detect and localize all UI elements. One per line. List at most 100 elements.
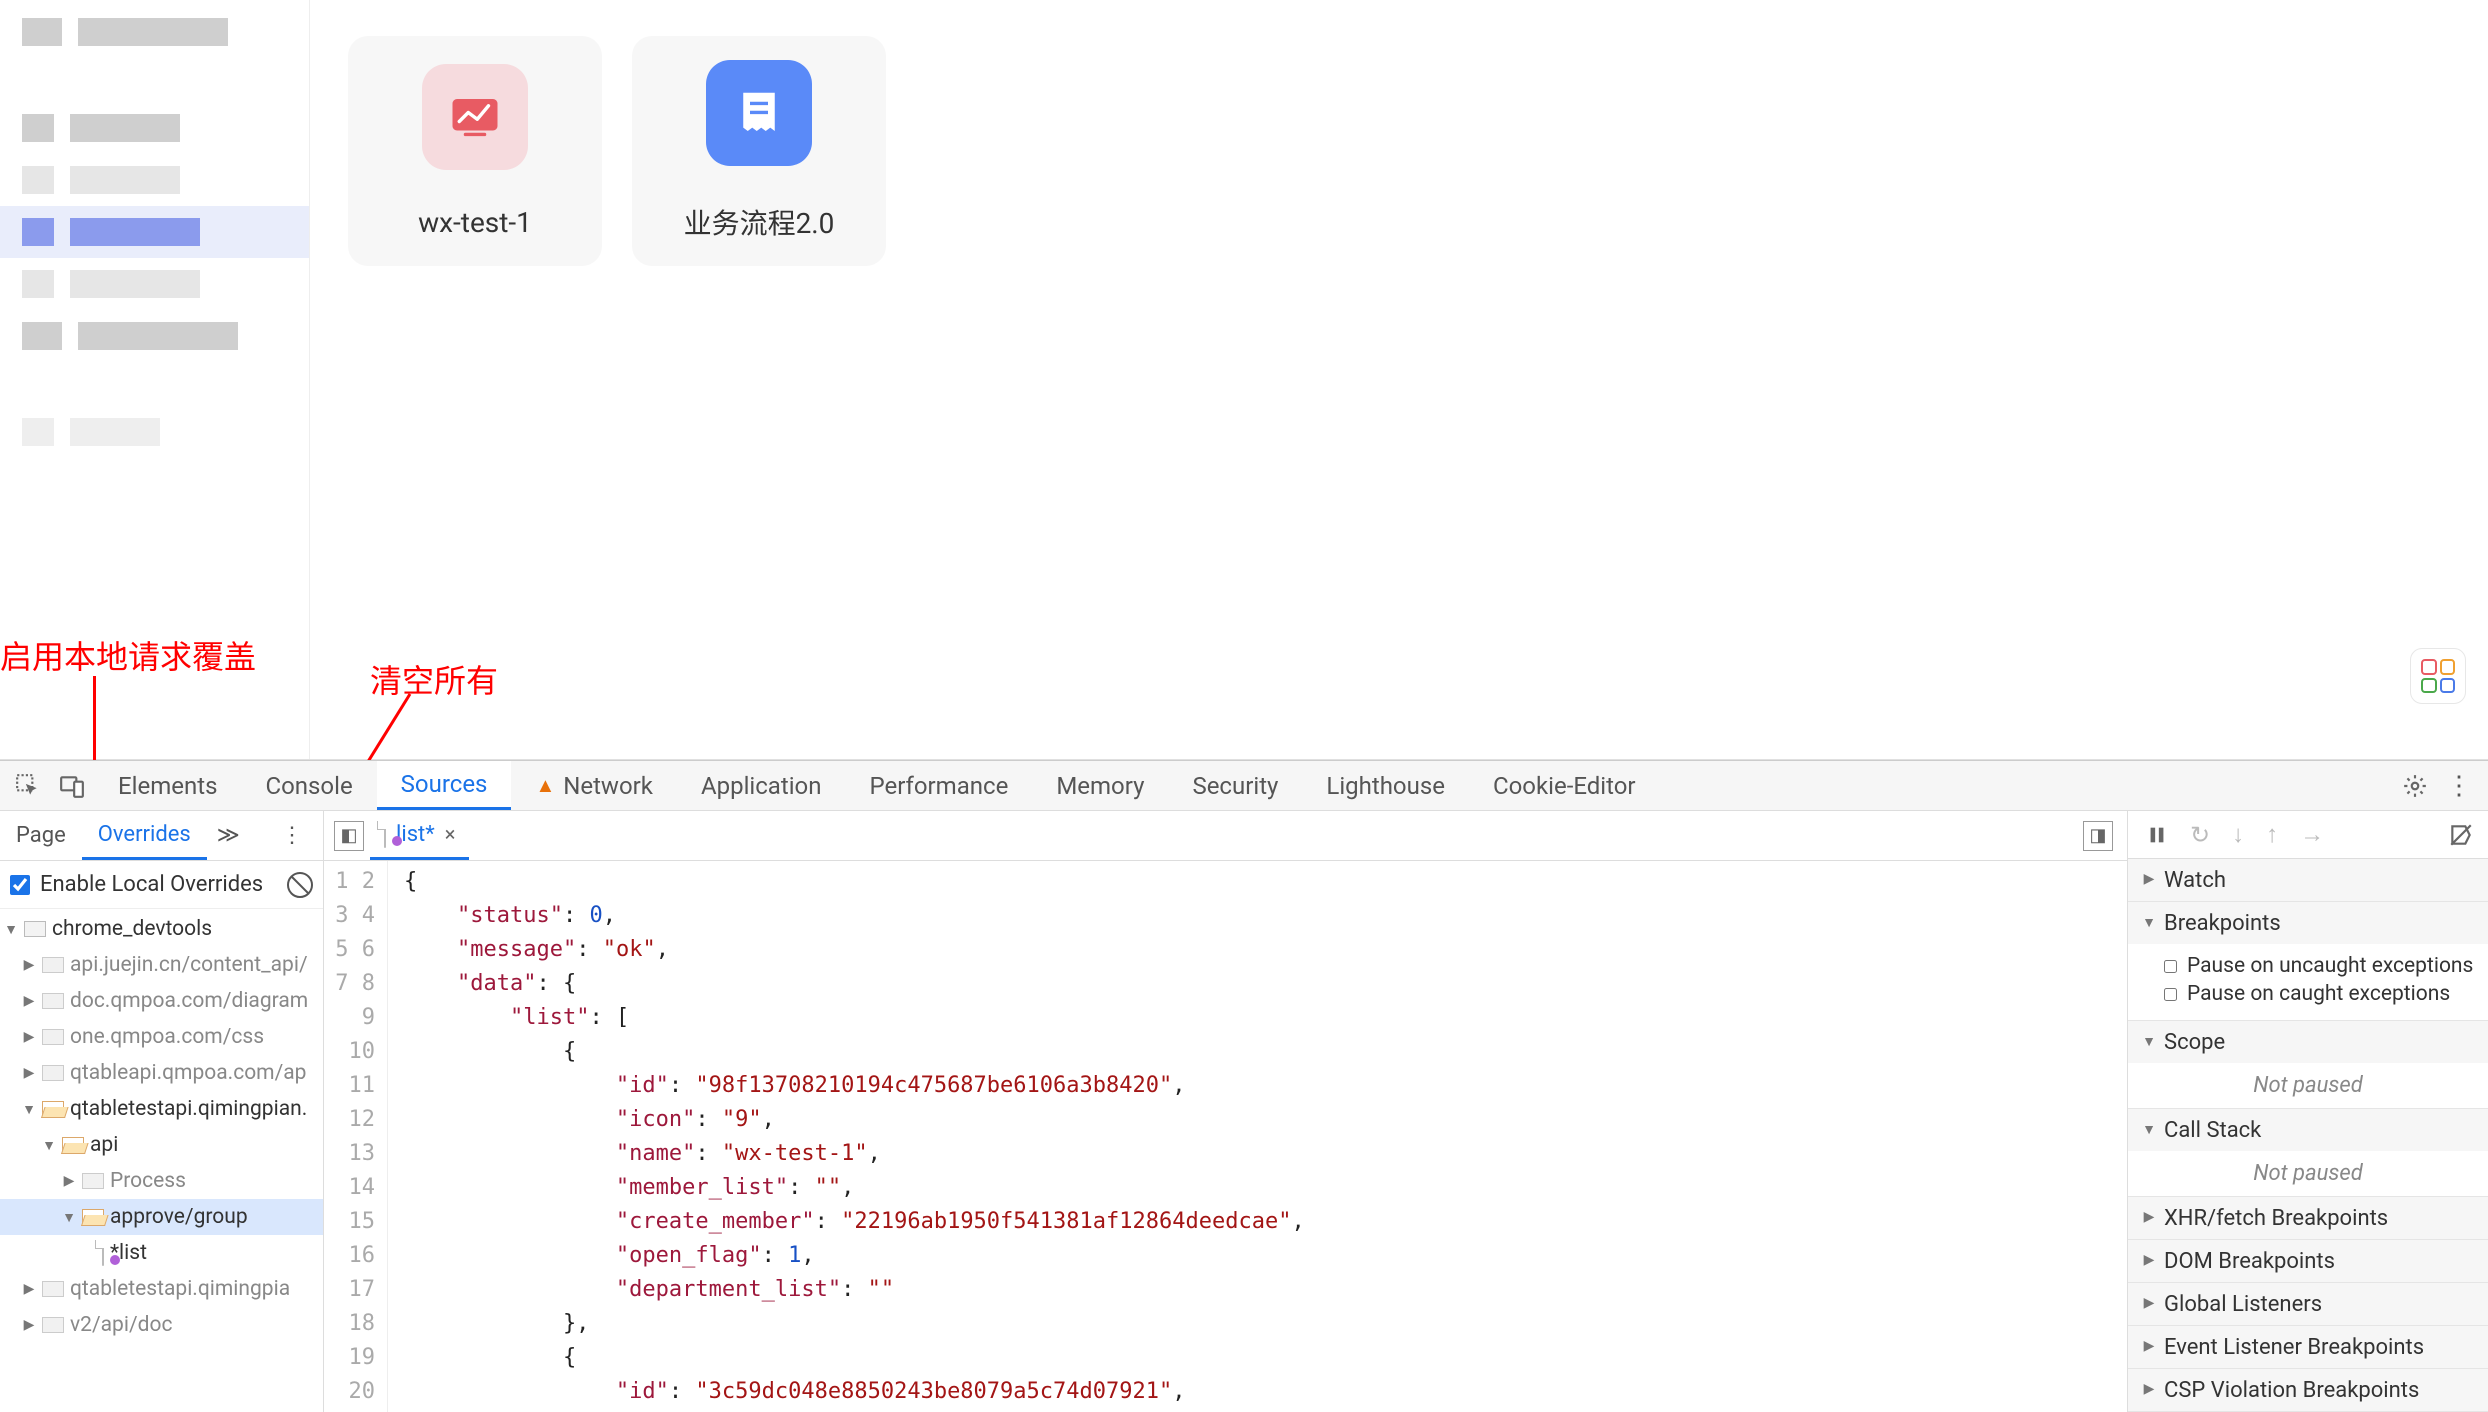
more-subtabs-icon[interactable]: ≫	[207, 823, 250, 848]
chart-icon	[422, 64, 528, 170]
kebab-icon[interactable]: ⋮	[261, 823, 323, 848]
section-event[interactable]: ▶Event Listener Breakpoints	[2128, 1326, 2488, 1368]
device-toolbar-icon[interactable]	[50, 761, 94, 810]
tree-label: api.juejin.cn/content_api/	[70, 953, 308, 977]
clear-all-icon[interactable]	[287, 872, 313, 898]
code-content[interactable]: { "status": 0, "message": "ok", "data": …	[388, 861, 1305, 1412]
debugger-panel: ↻ ↓ ↑ → ▶Watch ▼Breakpoints Pause on unc…	[2128, 811, 2488, 1412]
tab-network[interactable]: ▲Network	[511, 761, 677, 810]
tree-label: chrome_devtools	[52, 917, 212, 941]
step-icon[interactable]: →	[2300, 820, 2324, 849]
code-editor[interactable]: 1 2 3 4 5 6 7 8 9 10 11 12 13 14 15 16 1…	[324, 861, 2127, 1412]
tree-item-process[interactable]: ▶Process	[0, 1163, 323, 1199]
pause-uncaught-checkbox[interactable]	[2164, 960, 2177, 973]
section-label: DOM Breakpoints	[2164, 1249, 2335, 1274]
tree-item[interactable]: ▶one.qmpoa.com/css	[0, 1019, 323, 1055]
section-watch[interactable]: ▶Watch	[2128, 859, 2488, 901]
tab-lighthouse[interactable]: Lighthouse	[1302, 761, 1469, 810]
section-label: Event Listener Breakpoints	[2164, 1335, 2424, 1360]
line-gutter: 1 2 3 4 5 6 7 8 9 10 11 12 13 14 15 16 1…	[324, 861, 388, 1412]
pause-caught-row[interactable]: Pause on caught exceptions	[2164, 982, 2474, 1006]
gear-icon[interactable]	[2402, 773, 2428, 799]
tab-elements[interactable]: Elements	[94, 761, 241, 810]
tab-label: Network	[563, 772, 653, 800]
sidebar-row-selected[interactable]	[0, 206, 309, 258]
tile-business-flow[interactable]: 业务流程2.0	[632, 36, 886, 266]
section-xhr[interactable]: ▶XHR/fetch Breakpoints	[2128, 1197, 2488, 1239]
deactivate-breakpoints-icon[interactable]	[2448, 822, 2474, 848]
toggle-debugger-icon[interactable]: ◨	[2083, 821, 2113, 851]
section-label: CSP Violation Breakpoints	[2164, 1378, 2419, 1403]
section-label: Breakpoints	[2164, 911, 2281, 936]
tree-item-approve[interactable]: ▼approve/group	[0, 1199, 323, 1235]
tab-memory[interactable]: Memory	[1032, 761, 1168, 810]
checkbox-label: Pause on caught exceptions	[2187, 982, 2450, 1006]
tab-performance[interactable]: Performance	[845, 761, 1032, 810]
sidebar-row[interactable]	[0, 310, 309, 362]
sidebar-row[interactable]	[0, 154, 309, 206]
tree-root[interactable]: ▼chrome_devtools	[0, 911, 323, 947]
section-dom[interactable]: ▶DOM Breakpoints	[2128, 1240, 2488, 1282]
tree-label: qtableapi.qmpoa.com/ap	[70, 1061, 306, 1085]
close-tab-icon[interactable]: ×	[445, 822, 456, 846]
editor-tab-filename: list*	[396, 822, 435, 847]
toggle-navigator-icon[interactable]: ◧	[334, 821, 364, 851]
tree-label: one.qmpoa.com/css	[70, 1025, 264, 1049]
tree-item[interactable]: ▶doc.qmpoa.com/diagram	[0, 983, 323, 1019]
enable-overrides-checkbox[interactable]	[10, 875, 30, 895]
callstack-not-paused: Not paused	[2128, 1151, 2488, 1196]
receipt-icon	[706, 60, 812, 166]
subtab-page[interactable]: Page	[0, 811, 82, 860]
devtools-panel: Elements Console Sources ▲Network Applic…	[0, 760, 2488, 1412]
tree-label: approve/group	[110, 1205, 248, 1229]
step-out-icon[interactable]: ↑	[2266, 820, 2278, 849]
sidebar-row[interactable]	[0, 406, 309, 458]
pause-uncaught-row[interactable]: Pause on uncaught exceptions	[2164, 954, 2474, 978]
inspect-element-icon[interactable]	[6, 761, 50, 810]
tree-item[interactable]: ▶qtableapi.qmpoa.com/ap	[0, 1055, 323, 1091]
tile-wx-test-1[interactable]: wx-test-1	[348, 36, 602, 266]
tree-label: v2/api/doc	[70, 1313, 172, 1337]
section-label: Watch	[2164, 868, 2226, 893]
subtab-overrides[interactable]: Overrides	[82, 811, 207, 860]
tab-sources[interactable]: Sources	[377, 761, 512, 810]
editor-tab-list[interactable]: list* ×	[370, 811, 469, 860]
tab-application[interactable]: Application	[677, 761, 846, 810]
tree-item-api[interactable]: ▼api	[0, 1127, 323, 1163]
tab-console[interactable]: Console	[241, 761, 376, 810]
tile-label: wx-test-1	[418, 206, 532, 239]
tree-label: api	[90, 1133, 118, 1157]
section-breakpoints[interactable]: ▼Breakpoints	[2128, 902, 2488, 944]
pause-caught-checkbox[interactable]	[2164, 988, 2177, 1001]
kebab-icon[interactable]: ⋮	[2446, 771, 2472, 801]
tab-security[interactable]: Security	[1168, 761, 1302, 810]
checkbox-label: Pause on uncaught exceptions	[2187, 954, 2473, 978]
pause-icon[interactable]	[2146, 824, 2168, 846]
step-over-icon[interactable]: ↻	[2190, 821, 2210, 849]
sidebar-row[interactable]	[0, 102, 309, 154]
section-label: Global Listeners	[2164, 1292, 2322, 1317]
sidebar-row[interactable]	[0, 58, 309, 102]
tree-label: qtabletestapi.qimingpia	[70, 1277, 290, 1301]
navigator-subtabs: Page Overrides ≫ ⋮	[0, 811, 323, 861]
step-into-icon[interactable]: ↓	[2232, 820, 2244, 849]
tree-label: qtabletestapi.qimingpian.	[70, 1097, 307, 1121]
apps-widget[interactable]	[2410, 648, 2466, 704]
app-main: wx-test-1 业务流程2.0	[310, 0, 2488, 759]
section-csp[interactable]: ▶CSP Violation Breakpoints	[2128, 1369, 2488, 1411]
tab-cookie-editor[interactable]: Cookie-Editor	[1469, 761, 1660, 810]
tree-file-list[interactable]: *list	[0, 1235, 323, 1271]
annotation-enable-override: 启用本地请求覆盖	[0, 632, 256, 678]
editor-tabbar: ◧ list* × ◨	[324, 811, 2127, 861]
tree-item[interactable]: ▶v2/api/doc	[0, 1307, 323, 1343]
sidebar-row[interactable]	[0, 362, 309, 406]
sidebar-row[interactable]	[0, 258, 309, 310]
sidebar-row[interactable]	[0, 6, 309, 58]
tree-item[interactable]: ▶api.juejin.cn/content_api/	[0, 947, 323, 983]
tree-item[interactable]: ▼qtabletestapi.qimingpian.	[0, 1091, 323, 1127]
tree-item[interactable]: ▶qtabletestapi.qimingpia	[0, 1271, 323, 1307]
section-scope[interactable]: ▼Scope	[2128, 1021, 2488, 1063]
tree-label: doc.qmpoa.com/diagram	[70, 989, 308, 1013]
section-callstack[interactable]: ▼Call Stack	[2128, 1109, 2488, 1151]
section-global[interactable]: ▶Global Listeners	[2128, 1283, 2488, 1325]
